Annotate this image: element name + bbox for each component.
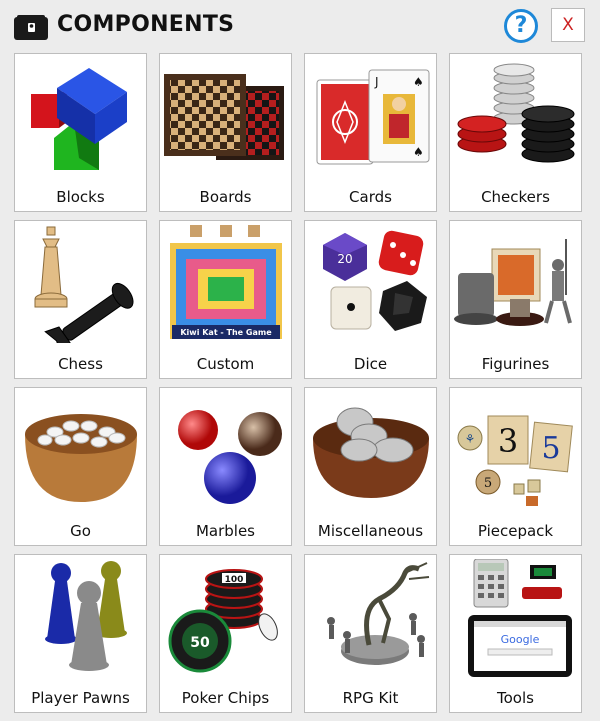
tile-rpg-kit[interactable]: RPG Kit [304,554,437,713]
tile-chess[interactable]: Chess [14,220,147,379]
tile-figurines[interactable]: Figurines [449,220,582,379]
chip-value-100: 100 [225,575,244,585]
components-grid: Blocks Boards J ♠ ♠ Cards Checkers Chess… [14,53,582,713]
tile-label: Poker Chips [181,689,270,707]
svg-text:♠: ♠ [413,145,424,159]
poker-chips-icon: 100 50 [164,559,287,677]
tile-cards[interactable]: J ♠ ♠ Cards [304,53,437,212]
header-bar: COMPONENTS ? X [0,0,600,54]
tile-label: Piecepack [477,522,554,540]
tile-label: Blocks [56,188,105,206]
tile-label: Dice [353,355,388,373]
piecepack-tile-number: 3 [498,422,518,460]
chess-icon [19,225,142,356]
tile-label: RPG Kit [342,689,399,707]
tile-label: Marbles [195,522,256,540]
go-bowl-icon [19,392,142,510]
piecepack-tile-number: 5 [541,431,560,466]
tile-checkers[interactable]: Checkers [449,53,582,212]
cards-icon: J ♠ ♠ [309,58,432,176]
coins-bowl-icon [309,392,432,510]
tile-label: Player Pawns [31,689,130,707]
tile-boards[interactable]: Boards [159,53,292,212]
tile-piecepack[interactable]: ⚘ 3 5 5 Piecepack [449,387,582,546]
piecepack-coin-number: 5 [484,476,492,491]
svg-text:⚘: ⚘ [465,432,476,446]
dice-icon: 20 [309,225,432,343]
tile-custom[interactable]: Kiwi Kat - The Game Custom [159,220,292,379]
pawns-icon [19,559,142,677]
tile-poker-chips[interactable]: 100 50 Poker Chips [159,554,292,713]
tile-label: Cards [349,188,392,206]
tile-label: Tools [497,689,534,707]
figurines-icon [454,225,577,343]
tile-dice[interactable]: 20 Dice [304,220,437,379]
piecepack-icon: ⚘ 3 5 5 [454,392,577,510]
custom-board-icon: Kiwi Kat - The Game [164,225,287,343]
tile-label: Custom [196,355,255,373]
help-button[interactable]: ? [504,9,538,43]
checkers-icon [454,58,577,176]
tile-label: Figurines [481,355,550,373]
d20-number: 20 [337,252,352,266]
marbles-icon [164,392,287,510]
svg-text:J: J [374,75,379,89]
custom-board-caption: Kiwi Kat - The Game [180,328,272,337]
boards-icon [164,58,287,176]
blocks-icon [19,58,142,176]
tile-tools[interactable]: Google Tools [449,554,582,713]
tile-label: Miscellaneous [317,522,424,540]
components-logo-icon [13,14,49,42]
tile-label: Checkers [481,188,550,206]
tile-marbles[interactable]: Marbles [159,387,292,546]
browser-logo-text: Google [501,633,540,646]
page-title: COMPONENTS [57,12,235,37]
tile-label: Boards [199,188,252,206]
svg-text:♠: ♠ [413,75,424,89]
rpg-kit-icon [309,559,432,677]
close-button[interactable]: X [551,8,585,42]
tile-label: Go [70,522,91,540]
tile-go[interactable]: Go [14,387,147,546]
tile-miscellaneous[interactable]: Miscellaneous [304,387,437,546]
tools-icon: Google [454,558,577,677]
tile-label: Chess [58,355,103,373]
tile-player-pawns[interactable]: Player Pawns [14,554,147,713]
tile-blocks[interactable]: Blocks [14,53,147,212]
chip-value-50: 50 [190,635,210,651]
